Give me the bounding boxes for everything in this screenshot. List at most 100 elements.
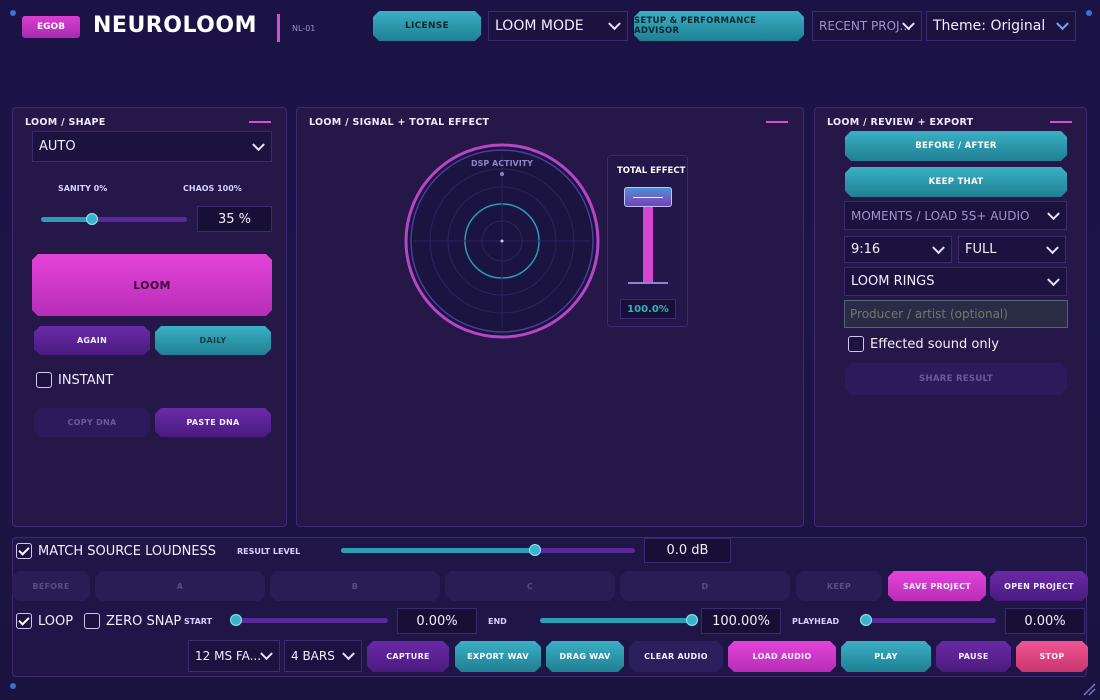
- fader-cap-line: [633, 197, 663, 198]
- corner-rivet-tr: [1086, 10, 1092, 16]
- chevron-down-icon: [1056, 17, 1069, 31]
- chaos-label: CHAOS 100%: [183, 184, 242, 193]
- review-panel-title: LOOM / REVIEW + EXPORT: [827, 117, 974, 128]
- save-project-button[interactable]: SAVE PROJECT: [888, 571, 986, 601]
- corner-rivet-bl: [10, 683, 16, 689]
- chaos-value[interactable]: 35 %: [197, 206, 272, 232]
- mode-select-value: LOOM MODE: [495, 18, 584, 34]
- playhead-label: PLAYHEAD: [792, 617, 840, 626]
- visual-select[interactable]: LOOM RINGS: [844, 267, 1067, 296]
- producer-input[interactable]: [844, 300, 1068, 328]
- mode-select[interactable]: LOOM MODE: [488, 11, 628, 41]
- shape-panel-title: LOOM / SHAPE: [25, 117, 106, 128]
- end-knob[interactable]: [686, 614, 698, 626]
- playhead-value[interactable]: 0.00%: [1005, 608, 1085, 634]
- resize-grip-icon[interactable]: [1082, 682, 1096, 696]
- recent-projects-select[interactable]: RECENT PROJ...: [812, 11, 922, 41]
- stop-button[interactable]: STOP: [1016, 641, 1088, 672]
- signal-panel-title: LOOM / SIGNAL + TOTAL EFFECT: [309, 117, 490, 128]
- end-label: END: [488, 617, 507, 626]
- instant-checkbox[interactable]: [36, 372, 52, 388]
- shape-select-value: AUTO: [39, 139, 76, 154]
- drag-wav-button[interactable]: DRAG WAV: [546, 641, 624, 672]
- app-title: NEUROLOOM: [93, 13, 257, 38]
- shape-panel: LOOM / SHAPE: [12, 107, 287, 527]
- chevron-down-icon: [342, 647, 355, 661]
- result-level-slider[interactable]: [341, 544, 635, 556]
- moments-select[interactable]: MOMENTS / LOAD 5S+ AUDIO: [844, 201, 1067, 230]
- ratio-select-value: 9:16: [851, 242, 881, 257]
- before-after-button[interactable]: BEFORE / AFTER: [845, 131, 1067, 161]
- again-button[interactable]: AGAIN: [34, 326, 150, 355]
- fade-select-value: 12 MS FA...: [195, 649, 262, 663]
- bars-select-value: 4 BARS: [291, 649, 335, 663]
- slot-keep[interactable]: KEEP: [796, 571, 882, 601]
- total-effect-label: TOTAL EFFECT: [617, 166, 686, 176]
- load-audio-button[interactable]: LOAD AUDIO: [728, 641, 836, 672]
- corner-rivet-tl: [10, 10, 16, 16]
- total-effect-fader-cap[interactable]: [624, 187, 672, 207]
- advisor-button[interactable]: SETUP & PERFORMANCE ADVISOR: [634, 11, 804, 41]
- sanity-label: SANITY 0%: [58, 184, 108, 193]
- license-button[interactable]: LICENSE: [373, 11, 481, 41]
- open-project-button[interactable]: OPEN PROJECT: [990, 571, 1088, 601]
- effected-checkbox[interactable]: [848, 336, 864, 352]
- result-level-value[interactable]: 0.0 dB: [644, 538, 731, 563]
- start-slider[interactable]: [230, 614, 388, 626]
- daily-button[interactable]: DAILY: [155, 326, 271, 355]
- panel-dash: [249, 121, 271, 123]
- pause-button[interactable]: PAUSE: [936, 641, 1011, 672]
- clear-audio-button[interactable]: CLEAR AUDIO: [629, 641, 723, 672]
- chaos-slider-fill: [41, 217, 93, 222]
- total-effect-value: 100.0%: [620, 299, 676, 319]
- ratio-select[interactable]: 9:16: [844, 236, 952, 263]
- zero-snap-checkbox[interactable]: [84, 613, 100, 629]
- chevron-down-icon: [252, 137, 265, 151]
- effected-label: Effected sound only: [870, 337, 999, 352]
- moments-select-value: MOMENTS / LOAD 5S+ AUDIO: [851, 208, 1030, 223]
- title-divider: [277, 14, 280, 42]
- recent-projects-value: RECENT PROJ...: [819, 19, 912, 33]
- playhead-knob[interactable]: [860, 614, 872, 626]
- playhead-slider[interactable]: [860, 614, 996, 626]
- slot-a[interactable]: A: [95, 571, 265, 601]
- theme-select[interactable]: Theme: Original: [926, 11, 1076, 41]
- start-knob[interactable]: [230, 614, 242, 626]
- capture-button[interactable]: CAPTURE: [367, 641, 449, 672]
- share-result-button[interactable]: SHARE RESULT: [845, 363, 1067, 395]
- play-button[interactable]: PLAY: [841, 641, 931, 672]
- copy-dna-button[interactable]: COPY DNA: [34, 408, 150, 437]
- chaos-slider-knob[interactable]: [86, 213, 99, 225]
- shape-select[interactable]: AUTO: [32, 131, 272, 162]
- paste-dna-button[interactable]: PASTE DNA: [155, 408, 271, 437]
- result-level-knob[interactable]: [529, 544, 542, 556]
- logo-badge: EGOB: [22, 16, 80, 38]
- zero-snap-label: ZERO SNAP: [106, 614, 182, 629]
- loom-button[interactable]: LOOM: [32, 254, 272, 316]
- instant-label: INSTANT: [58, 373, 114, 388]
- export-wav-button[interactable]: EXPORT WAV: [455, 641, 541, 672]
- end-slider[interactable]: [540, 614, 698, 626]
- size-select-value: FULL: [965, 242, 997, 257]
- end-fill: [540, 618, 692, 623]
- end-value[interactable]: 100.00%: [701, 608, 781, 634]
- match-loudness-checkbox[interactable]: [16, 543, 32, 559]
- slot-before[interactable]: BEFORE: [12, 571, 90, 601]
- keep-that-button[interactable]: KEEP THAT: [845, 167, 1067, 197]
- loop-label: LOOP: [38, 614, 74, 629]
- start-value[interactable]: 0.00%: [397, 608, 477, 634]
- bars-select[interactable]: 4 BARS: [284, 640, 362, 672]
- slot-d[interactable]: D: [620, 571, 790, 601]
- slot-c[interactable]: C: [445, 571, 615, 601]
- result-level-label: RESULT LEVEL: [237, 547, 301, 556]
- total-effect-fader-base: [628, 282, 668, 284]
- size-select[interactable]: FULL: [958, 236, 1066, 263]
- loop-checkbox[interactable]: [16, 613, 32, 629]
- slot-b[interactable]: B: [270, 571, 440, 601]
- panel-dash: [1050, 121, 1072, 123]
- chaos-slider[interactable]: [41, 213, 187, 225]
- fade-select[interactable]: 12 MS FA...: [188, 640, 280, 672]
- chevron-down-icon: [932, 240, 945, 254]
- visual-select-value: LOOM RINGS: [851, 274, 935, 289]
- start-label: START: [184, 617, 213, 626]
